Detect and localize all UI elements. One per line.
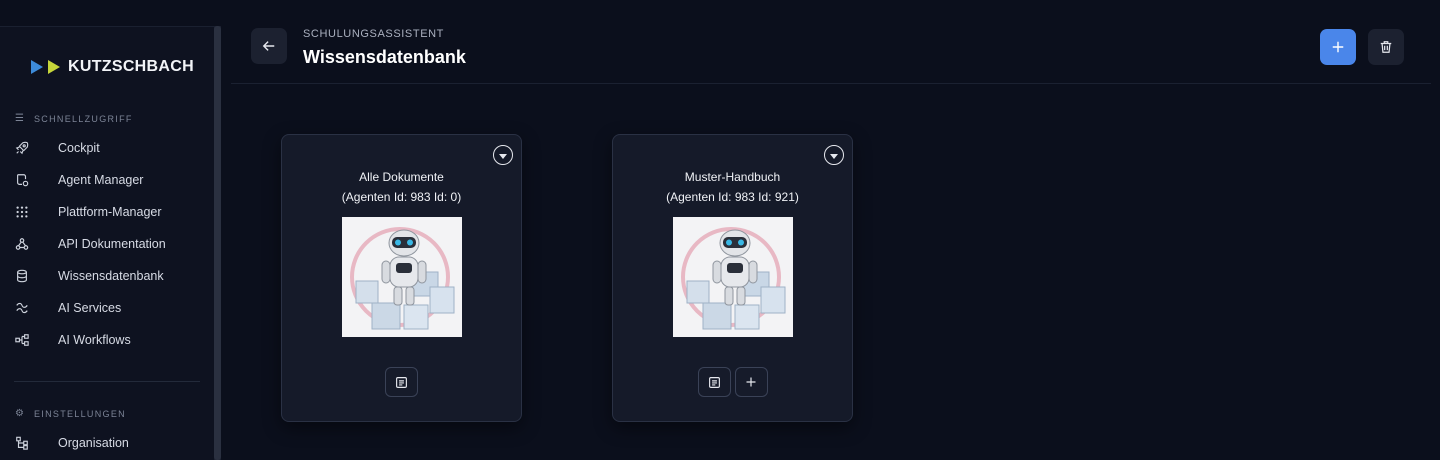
view-documents-button[interactable] (385, 367, 418, 397)
sidebar-scrollbar-thumb[interactable] (214, 26, 221, 460)
delete-button[interactable] (1368, 29, 1404, 65)
card-title: Alle Dokumente (359, 170, 444, 184)
menu-lines-icon: ☰ (15, 113, 26, 124)
section-settings: ⚙ EINSTELLUNGEN (15, 408, 126, 419)
sidebar-scrollbar[interactable] (214, 26, 221, 460)
sidebar-divider (14, 381, 200, 382)
sidebar-item-label: Plattform-Manager (58, 205, 162, 219)
card-menu-button[interactable] (493, 145, 513, 165)
webhook-icon (15, 237, 29, 251)
section-quick-access: ☰ SCHNELLZUGRIFF (15, 113, 133, 124)
sidebar-item-wissensdatenbank[interactable]: Wissensdatenbank (15, 266, 164, 286)
add-button[interactable] (1320, 29, 1356, 65)
trash-icon (1380, 41, 1392, 53)
document-icon (396, 376, 407, 388)
sidebar-item-agent-manager[interactable]: Agent Manager (15, 170, 143, 190)
card-actions (282, 367, 521, 397)
workflow-icon (15, 333, 29, 347)
arrow-left-icon (262, 41, 275, 51)
section-settings-label: EINSTELLUNGEN (34, 408, 126, 419)
card-subtitle: (Agenten Id: 983 Id: 0) (341, 190, 462, 204)
knowledge-card[interactable]: Alle Dokumente (Agenten Id: 983 Id: 0) (281, 134, 522, 422)
plus-icon (1332, 41, 1344, 53)
ai-services-icon (15, 301, 29, 315)
sidebar-item-organisation[interactable]: Organisation (15, 433, 129, 453)
sidebar-item-ai-workflows[interactable]: AI Workflows (15, 330, 131, 350)
rocket-icon (15, 141, 29, 155)
view-documents-button[interactable] (697, 367, 731, 397)
card-subtitle: (Agenten Id: 983 Id: 921) (666, 190, 799, 204)
agent-shield-icon (15, 173, 29, 187)
sidebar-item-label: Organisation (58, 436, 129, 450)
sidebar-item-label: AI Services (58, 301, 122, 315)
robot-image-icon (673, 217, 793, 337)
sidebar-item-plattform-manager[interactable]: Plattform-Manager (15, 202, 162, 222)
add-document-button[interactable] (734, 367, 768, 397)
brand-name: KUTZSCHBACH (68, 58, 194, 75)
page-title: Wissensdatenbank (303, 47, 466, 67)
chevron-down-icon (499, 153, 507, 159)
card-menu-button[interactable] (824, 145, 844, 165)
sidebar-item-label: Agent Manager (58, 173, 144, 187)
card-actions (613, 367, 852, 397)
logo-triangle-blue (31, 60, 43, 74)
gear-icon: ⚙ (15, 408, 26, 419)
chevron-down-icon (830, 153, 838, 159)
sidebar-item-ai-services[interactable]: AI Services (15, 298, 121, 318)
logo-triangle-green (48, 60, 60, 74)
section-quick-access-label: SCHNELLZUGRIFF (34, 113, 133, 124)
plus-icon (746, 377, 756, 387)
card-robot-image (342, 217, 462, 337)
document-icon (708, 376, 720, 388)
knowledge-card[interactable]: Muster-Handbuch (Agenten Id: 983 Id: 921… (612, 134, 853, 422)
breadcrumb: SCHULUNGSASSISTENT (303, 28, 444, 40)
robot-image-icon (342, 217, 462, 337)
brand-logo[interactable]: KUTZSCHBACH (31, 58, 194, 76)
grid-dots-icon (15, 205, 29, 219)
organisation-icon (15, 436, 29, 450)
sidebar: KUTZSCHBACH ☰ SCHNELLZUGRIFF Cockpit Age… (0, 26, 214, 460)
back-button[interactable] (251, 28, 287, 64)
card-title: Muster-Handbuch (684, 170, 781, 184)
header-divider (231, 83, 1431, 84)
sidebar-item-label: AI Workflows (58, 333, 131, 347)
sidebar-item-cockpit[interactable]: Cockpit (15, 138, 100, 158)
database-icon (15, 269, 29, 283)
sidebar-item-label: Wissensdatenbank (58, 269, 164, 283)
sidebar-item-label: API Dokumentation (58, 237, 166, 251)
sidebar-item-label: Cockpit (58, 141, 100, 155)
card-robot-image (673, 217, 793, 337)
sidebar-item-api-dokumentation[interactable]: API Dokumentation (15, 234, 166, 254)
